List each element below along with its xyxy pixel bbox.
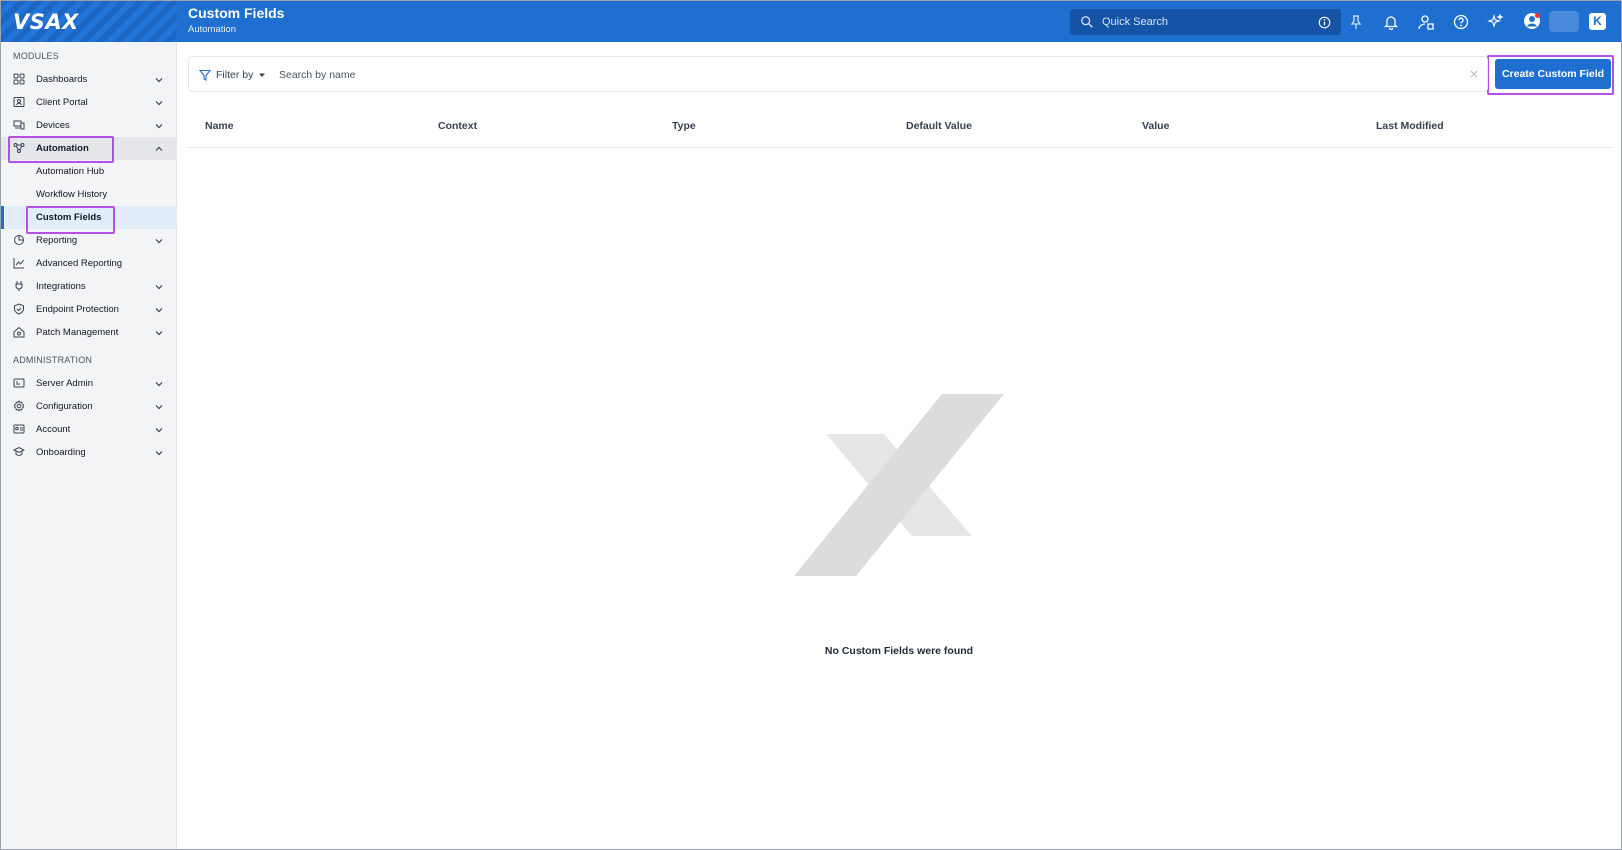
chevron-down-icon bbox=[155, 78, 163, 83]
server-icon bbox=[13, 378, 25, 388]
sidebar-item-reporting[interactable]: Reporting bbox=[1, 229, 177, 252]
chevron-down-icon bbox=[155, 101, 163, 106]
top-bar: VSAX Custom Fields Automation Quick Sear… bbox=[1, 1, 1621, 42]
remote-support-icon[interactable] bbox=[1415, 11, 1437, 33]
search-by-name-input[interactable] bbox=[279, 66, 1429, 84]
empty-state-logo-icon bbox=[794, 394, 1004, 576]
filter-search-bar: Filter by bbox=[188, 56, 1488, 92]
sidebar-item-label: Client Portal bbox=[36, 97, 88, 108]
table-header-divider bbox=[188, 147, 1612, 148]
app-window: VSAX Custom Fields Automation Quick Sear… bbox=[0, 0, 1622, 850]
quick-search-placeholder: Quick Search bbox=[1102, 16, 1169, 28]
sidebar-item-patch-management[interactable]: Patch Management bbox=[1, 321, 177, 344]
sidebar-subitem-label: Workflow History bbox=[36, 189, 108, 200]
tenant-badge[interactable]: K bbox=[1589, 13, 1606, 30]
modules-section-label: MODULES bbox=[13, 51, 59, 61]
help-icon[interactable] bbox=[1450, 11, 1472, 33]
sidebar: MODULES Dashboards Client Portal Devices… bbox=[1, 42, 177, 849]
sidebar-item-label: Reporting bbox=[36, 235, 78, 246]
search-icon bbox=[1081, 16, 1093, 28]
sidebar-item-integrations[interactable]: Integrations bbox=[1, 275, 177, 298]
column-header-default-value[interactable]: Default Value bbox=[906, 120, 972, 132]
sidebar-item-configuration[interactable]: Configuration bbox=[1, 395, 177, 418]
devices-icon bbox=[13, 120, 25, 130]
bell-icon[interactable] bbox=[1380, 11, 1402, 33]
sidebar-item-label: Server Admin bbox=[36, 378, 94, 389]
onboarding-icon bbox=[13, 446, 25, 456]
logo-area[interactable]: VSAX bbox=[1, 1, 177, 42]
chevron-down-icon bbox=[155, 124, 163, 129]
create-custom-field-button[interactable]: Create Custom Field bbox=[1495, 59, 1611, 89]
ai-sparkle-icon[interactable] bbox=[1485, 11, 1507, 33]
chevron-down-icon bbox=[155, 285, 163, 290]
column-header-last-modified[interactable]: Last Modified bbox=[1376, 120, 1444, 132]
sidebar-subitem-automation-hub[interactable]: Automation Hub bbox=[1, 160, 177, 183]
chevron-down-icon bbox=[155, 451, 163, 456]
column-header-type[interactable]: Type bbox=[672, 120, 696, 132]
sidebar-subitem-workflow-history[interactable]: Workflow History bbox=[1, 183, 177, 206]
sidebar-subitem-label: Automation Hub bbox=[36, 166, 105, 177]
sidebar-item-label: Configuration bbox=[36, 401, 93, 412]
sidebar-item-label: Endpoint Protection bbox=[36, 304, 119, 315]
sidebar-item-label: Devices bbox=[36, 120, 70, 131]
chart-icon bbox=[13, 258, 24, 269]
sidebar-item-label: Account bbox=[36, 424, 71, 435]
gear-icon bbox=[13, 400, 25, 412]
chevron-down-icon bbox=[155, 428, 163, 433]
dashboard-icon bbox=[13, 73, 25, 85]
quick-search-box[interactable]: Quick Search bbox=[1070, 9, 1341, 35]
plug-icon bbox=[15, 281, 23, 291]
administration-section-label: ADMINISTRATION bbox=[13, 355, 93, 365]
chevron-down-icon bbox=[155, 405, 163, 410]
sidebar-item-dashboards[interactable]: Dashboards bbox=[1, 68, 177, 91]
patch-icon bbox=[13, 326, 25, 338]
filter-by-label: Filter by bbox=[216, 69, 254, 81]
shield-icon bbox=[14, 303, 24, 315]
chevron-down-icon bbox=[155, 308, 163, 313]
sidebar-item-client-portal[interactable]: Client Portal bbox=[1, 91, 177, 114]
account-icon bbox=[13, 424, 25, 434]
column-header-context[interactable]: Context bbox=[438, 120, 477, 132]
sidebar-item-label: Dashboards bbox=[36, 74, 88, 85]
portal-icon bbox=[13, 97, 25, 107]
chevron-down-icon bbox=[155, 382, 163, 387]
page-breadcrumb: Automation bbox=[188, 24, 237, 35]
empty-state-message: No Custom Fields were found bbox=[824, 645, 974, 657]
vsax-logo: VSAX bbox=[13, 10, 79, 34]
sidebar-item-label: Patch Management bbox=[36, 327, 119, 338]
automation-icon bbox=[13, 143, 25, 153]
user-avatar-icon[interactable] bbox=[1521, 10, 1543, 32]
sidebar-item-label: Automation bbox=[36, 143, 89, 154]
user-name-blurred[interactable] bbox=[1549, 11, 1579, 32]
pin-icon[interactable] bbox=[1345, 11, 1367, 33]
sidebar-subitem-label: Custom Fields bbox=[36, 212, 102, 223]
chevron-up-icon bbox=[155, 146, 163, 151]
sidebar-item-label: Integrations bbox=[36, 281, 86, 292]
page-title: Custom Fields bbox=[188, 5, 285, 21]
sidebar-item-label: Onboarding bbox=[36, 447, 86, 458]
sidebar-item-account[interactable]: Account bbox=[1, 418, 177, 441]
filter-by-button[interactable]: Filter by bbox=[199, 67, 266, 83]
column-header-value[interactable]: Value bbox=[1142, 120, 1169, 132]
filter-icon bbox=[199, 69, 211, 81]
chevron-down-icon bbox=[155, 239, 163, 244]
info-icon[interactable] bbox=[1318, 16, 1331, 29]
sidebar-item-onboarding[interactable]: Onboarding bbox=[1, 441, 177, 464]
clear-search-icon[interactable] bbox=[1469, 69, 1479, 79]
sidebar-item-advanced-reporting[interactable]: Advanced Reporting bbox=[1, 252, 177, 275]
sidebar-item-automation[interactable]: Automation bbox=[1, 137, 177, 160]
sidebar-item-endpoint-protection[interactable]: Endpoint Protection bbox=[1, 298, 177, 321]
sidebar-item-devices[interactable]: Devices bbox=[1, 114, 177, 137]
sidebar-item-label: Advanced Reporting bbox=[36, 258, 123, 269]
column-header-name[interactable]: Name bbox=[205, 120, 234, 132]
sidebar-subitem-custom-fields[interactable]: Custom Fields bbox=[1, 206, 177, 229]
reporting-icon bbox=[14, 235, 24, 245]
chevron-down-icon bbox=[155, 331, 163, 336]
caret-down-icon bbox=[259, 73, 266, 77]
sidebar-item-server-admin[interactable]: Server Admin bbox=[1, 372, 177, 395]
